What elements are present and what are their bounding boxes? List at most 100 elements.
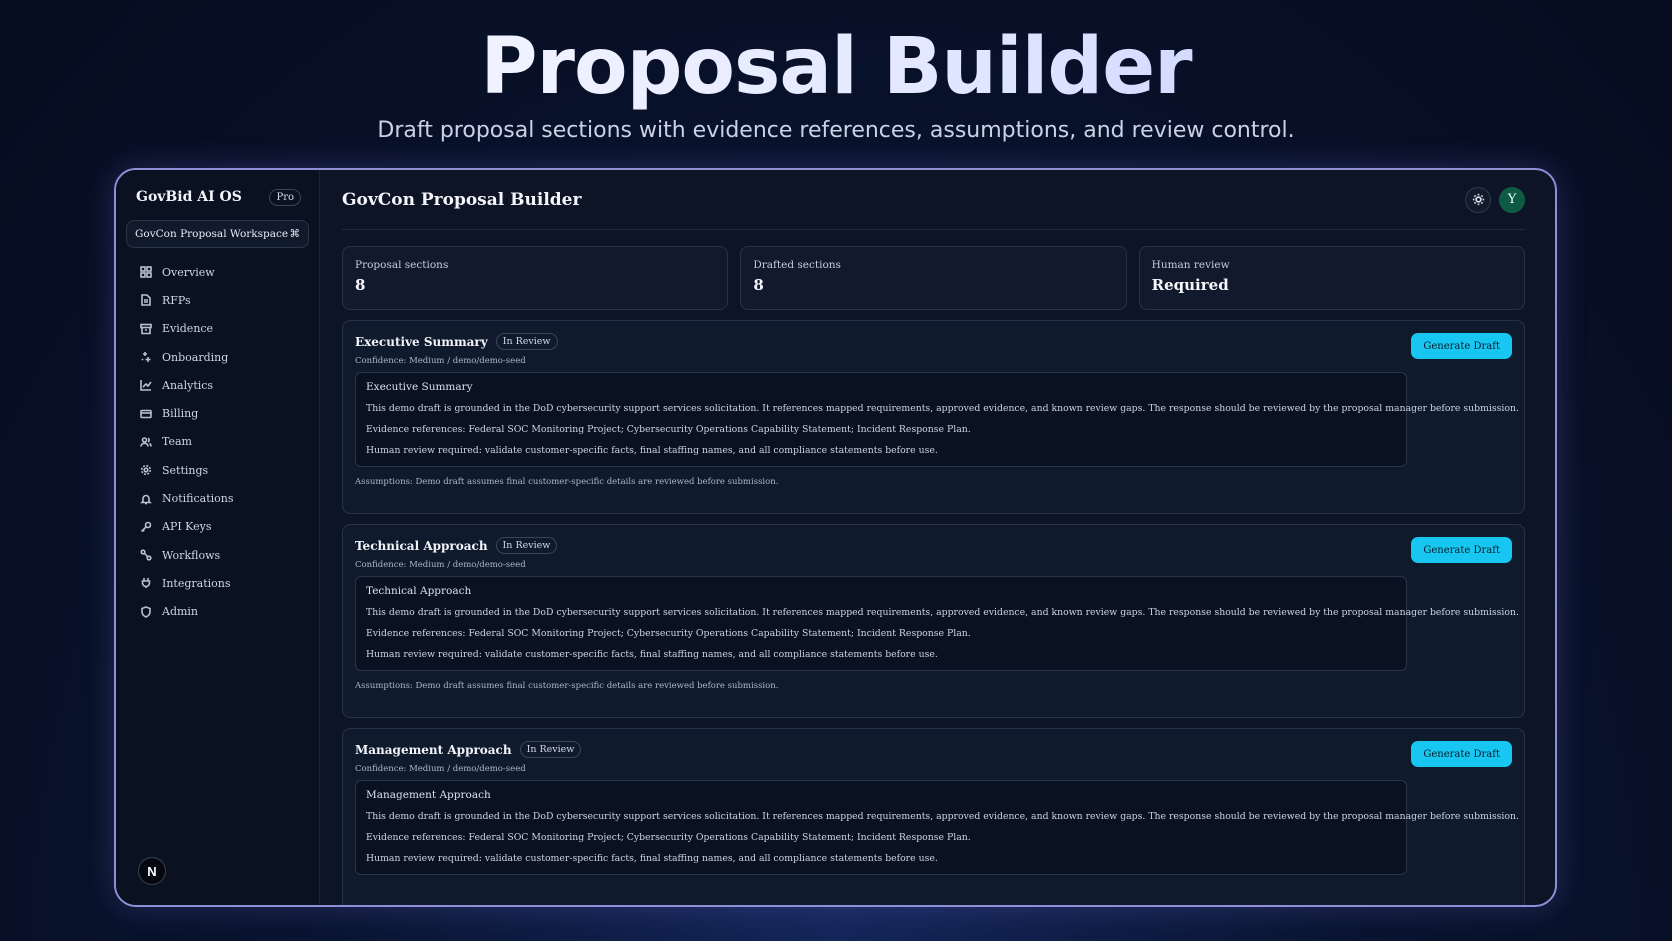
section-header: Executive Summary In Review [355, 333, 1512, 350]
sparkles-icon [141, 352, 151, 363]
stat-label: Human review [1151, 259, 1230, 271]
bell-icon [140, 494, 152, 504]
sidebar-item-onboarding[interactable]: Onboarding [126, 343, 309, 371]
sidebar-item-label: Billing [162, 407, 199, 421]
sidebar-item-label: Settings [162, 463, 209, 477]
assumptions-text: Assumptions: Demo draft assumes final cu… [355, 681, 779, 691]
sidebar-item-integrations[interactable]: Integrations [126, 569, 309, 597]
sidebar-item-label: Team [162, 435, 192, 449]
sidebar-item-admin[interactable]: Admin [126, 598, 309, 626]
draft-review-note: Human review required: validate customer… [366, 649, 938, 660]
plug-icon [141, 578, 151, 589]
plan-badge: Pro [269, 188, 301, 206]
sidebar-item-overview[interactable]: Overview [126, 258, 309, 286]
section-title: Technical Approach [355, 538, 488, 553]
users-icon [140, 437, 152, 447]
draft-body: This demo draft is grounded in the DoD c… [366, 811, 1519, 822]
sidebar-item-notifications[interactable]: Notifications [126, 484, 309, 512]
draft-review-note: Human review required: validate customer… [366, 853, 938, 864]
sidebar-item-label: Overview [162, 265, 215, 279]
assumptions-text: Assumptions: Demo draft assumes final cu… [355, 477, 779, 487]
draft-review-note: Human review required: validate customer… [366, 445, 938, 456]
sidebar-item-billing[interactable]: Billing [126, 399, 309, 427]
sidebar-nav: Overview RFPs Evidence Onboarding Analyt… [126, 258, 309, 626]
draft-content: Technical Approach This demo draft is gr… [355, 576, 1519, 671]
sidebar-item-label: Workflows [162, 548, 221, 562]
draft-content: Management Approach This demo draft is g… [355, 780, 1519, 875]
proposal-section-card: Executive Summary In Review Confidence: … [342, 320, 1525, 514]
gear-icon [140, 465, 152, 476]
sidebar-item-label: Evidence [162, 322, 214, 336]
generate-draft-button[interactable]: Generate Draft [1411, 333, 1512, 359]
section-header: Management Approach In Review [355, 741, 1512, 758]
status-badge: In Review [519, 741, 582, 758]
sidebar-item-analytics[interactable]: Analytics [126, 371, 309, 399]
proposal-section-card: Management Approach In Review Confidence… [342, 728, 1525, 905]
sidebar-item-rfps[interactable]: RFPs [126, 286, 309, 314]
sidebar-item-team[interactable]: Team [126, 428, 309, 456]
topbar: GovCon Proposal Builder Y [342, 170, 1525, 230]
key-icon [140, 521, 152, 532]
sidebar-item-api-keys[interactable]: API Keys [126, 513, 309, 541]
stat-card: Drafted sections 8 [740, 246, 1127, 310]
proposal-section-card: Technical Approach In Review Confidence:… [342, 524, 1525, 718]
section-header: Technical Approach In Review [355, 537, 1512, 554]
stat-value: Required [1151, 276, 1229, 294]
draft-title: Technical Approach [366, 585, 472, 597]
main-content: GovCon Proposal Builder Y Proposal secti… [320, 170, 1555, 905]
status-badge: In Review [495, 333, 558, 350]
draft-evidence: Evidence references: Federal SOC Monitor… [366, 424, 971, 435]
workspace-label: GovCon Proposal Workspace [135, 228, 289, 240]
archive-icon [140, 323, 152, 335]
confidence-text: Confidence: Medium / demo/demo-seed [355, 764, 526, 774]
draft-content: Executive Summary This demo draft is gro… [355, 372, 1519, 467]
stat-value: 8 [355, 276, 366, 294]
sidebar-item-workflows[interactable]: Workflows [126, 541, 309, 569]
app-window: GovBid AI OS Pro GovCon Proposal Workspa… [114, 168, 1557, 907]
account-avatar[interactable]: Y [1499, 186, 1525, 213]
generate-draft-button[interactable]: Generate Draft [1411, 537, 1512, 563]
draft-evidence: Evidence references: Federal SOC Monitor… [366, 832, 971, 843]
command-icon: ⌘ [289, 228, 301, 240]
hero-subtitle: Draft proposal sections with evidence re… [377, 118, 1295, 143]
stats-row: Proposal sections 8 Drafted sections 8 H… [342, 246, 1525, 310]
draft-body: This demo draft is grounded in the DoD c… [366, 607, 1519, 618]
stat-card: Human review Required [1138, 246, 1525, 310]
document-icon [141, 294, 151, 307]
theme-toggle-button[interactable] [1465, 186, 1491, 213]
brand-row: GovBid AI OS Pro [126, 186, 309, 208]
grid-icon [140, 266, 152, 278]
draft-title: Executive Summary [366, 381, 473, 393]
sidebar-item-label: RFPs [162, 293, 191, 307]
sidebar-item-label: Notifications [162, 492, 234, 506]
sidebar: GovBid AI OS Pro GovCon Proposal Workspa… [116, 170, 320, 905]
confidence-text: Confidence: Medium / demo/demo-seed [355, 560, 526, 570]
chart-icon [140, 380, 152, 392]
workflow-icon [140, 549, 152, 561]
user-avatar[interactable]: N [138, 857, 166, 885]
sun-icon [1472, 193, 1484, 206]
sidebar-item-label: API Keys [162, 520, 212, 534]
sidebar-item-evidence[interactable]: Evidence [126, 315, 309, 343]
generate-draft-button[interactable]: Generate Draft [1411, 741, 1512, 767]
stat-label: Drafted sections [753, 259, 841, 271]
shield-icon [141, 605, 151, 618]
status-badge: In Review [495, 537, 558, 554]
sidebar-item-label: Onboarding [162, 350, 229, 364]
sidebar-item-settings[interactable]: Settings [126, 456, 309, 484]
sidebar-item-label: Integrations [162, 576, 231, 590]
page-title: GovCon Proposal Builder [342, 189, 582, 210]
stat-card: Proposal sections 8 [342, 246, 729, 310]
sidebar-item-label: Analytics [162, 378, 214, 392]
confidence-text: Confidence: Medium / demo/demo-seed [355, 356, 526, 366]
draft-evidence: Evidence references: Federal SOC Monitor… [366, 628, 971, 639]
workspace-switcher[interactable]: GovCon Proposal Workspace ⌘ [126, 220, 309, 248]
draft-body: This demo draft is grounded in the DoD c… [366, 403, 1519, 414]
draft-title: Management Approach [366, 789, 491, 801]
hero-title: Proposal Builder [0, 22, 1672, 112]
top-actions: Y [1465, 186, 1525, 213]
credit-card-icon [140, 409, 152, 418]
stat-label: Proposal sections [355, 259, 449, 271]
sidebar-item-label: Admin [162, 605, 199, 619]
section-title: Management Approach [355, 742, 512, 757]
